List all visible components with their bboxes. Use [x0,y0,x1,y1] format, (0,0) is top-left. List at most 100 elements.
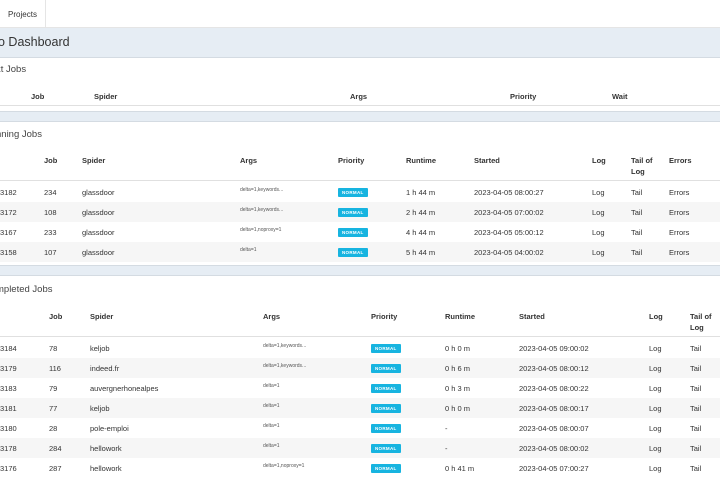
tail-link[interactable]: Tail [690,444,701,453]
job-link[interactable]: 284 [49,444,62,453]
completed-jobs-panel: mpleted Jobs Job Spider Args Priority Ru… [0,276,720,480]
table-row: 3181 77 keljob delta=1 NORMAL 0 h 0 m 20… [0,398,720,418]
args-text: delta=1 [263,383,280,389]
table-row: 3180 28 pole-emploi delta=1 NORMAL - 202… [0,418,720,438]
job-link[interactable]: 107 [44,248,57,257]
col-spider: Spider [94,92,118,101]
started-value: 2023-04-05 08:00:22 [519,384,589,393]
col-started: Started [474,156,500,165]
job-link[interactable]: 77 [49,404,57,413]
row-id: 3181 [0,404,17,413]
runtime-value: 2 h 44 m [406,208,436,217]
priority-badge: NORMAL [338,228,368,237]
tail-link[interactable]: Tail [690,384,701,393]
log-link[interactable]: Log [592,208,605,217]
priority-badge: NORMAL [371,344,401,353]
started-value: 2023-04-05 04:00:02 [474,248,544,257]
table-row: 3183 79 auvergnerhonealpes delta=1 NORMA… [0,378,720,398]
runtime-value: 0 h 41 m [445,464,475,473]
log-link[interactable]: Log [649,384,662,393]
next-jobs-title: xt Jobs [0,64,27,75]
running-jobs-header: Job Spider Args Priority Runtime Started… [0,150,720,181]
col-args: Args [350,92,368,101]
spider-name: keljob [90,344,110,353]
log-link[interactable]: Log [592,248,605,257]
running-jobs-panel: nning Jobs Job Spider Args Priority Runt… [0,122,720,265]
tail-link[interactable]: Tail [690,464,701,473]
row-id: 3183 [0,384,17,393]
job-link[interactable]: 116 [49,364,61,373]
started-value: 2023-04-05 08:00:17 [519,404,589,413]
args-text: delta=1,noproxy=1 [263,463,305,469]
runtime-value: 1 h 44 m [406,188,436,197]
dashboard-header: o Dashboard [0,28,720,58]
errors-link[interactable]: Errors [669,228,689,237]
table-row: 3158 107 glassdoor delta=1 NORMAL 5 h 44… [0,242,720,262]
runtime-value: - [445,444,448,453]
row-id: 3172 [0,208,17,217]
log-link[interactable]: Log [592,228,605,237]
started-value: 2023-04-05 05:00:12 [474,228,544,237]
col-priority: Priority [510,92,537,101]
col-wait: Wait [612,92,628,101]
started-value: 2023-04-05 08:00:27 [474,188,544,197]
job-link[interactable]: 79 [49,384,57,393]
log-link[interactable]: Log [649,444,662,453]
started-value: 2023-04-05 09:00:02 [519,344,589,353]
completed-jobs-header: Job Spider Args Priority Runtime Started… [0,306,720,337]
spider-name: keljob [90,404,110,413]
log-link[interactable]: Log [649,424,662,433]
args-text: delta=1,keywords... [263,343,307,349]
tail-link[interactable]: Tail [631,188,642,197]
next-jobs-panel: xt Jobs Job Spider Args Priority Wait [0,58,720,111]
tail-link[interactable]: Tail [690,364,701,373]
args-text: delta=1 [263,443,280,449]
tab-projects[interactable]: Projects [0,0,46,28]
log-link[interactable]: Log [649,344,662,353]
args-text: delta=1,keywords... [240,207,284,213]
col-log: Log [592,156,606,165]
tail-link[interactable]: Tail [690,404,701,413]
spider-name: glassdoor [82,188,115,197]
log-link[interactable]: Log [649,404,662,413]
tail-link[interactable]: Tail [631,228,642,237]
tail-link[interactable]: Tail [690,424,701,433]
started-value: 2023-04-05 08:00:07 [519,424,589,433]
col-runtime: Runtime [445,312,475,321]
job-link[interactable]: 108 [44,208,57,217]
table-row: 3179 116 indeed.fr delta=1,keywords... N… [0,358,720,378]
top-nav: Projects [0,0,720,28]
spider-name: hellowork [90,444,122,453]
spider-name: auvergnerhonealpes [90,384,159,393]
col-tail-of-log: Tail of Log [690,312,712,332]
job-link[interactable]: 28 [49,424,57,433]
errors-link[interactable]: Errors [669,248,689,257]
job-link[interactable]: 287 [49,464,62,473]
row-id: 3158 [0,248,17,257]
job-link[interactable]: 234 [44,188,57,197]
job-link[interactable]: 78 [49,344,57,353]
col-runtime: Runtime [406,156,436,165]
log-link[interactable]: Log [592,188,605,197]
tail-link[interactable]: Tail [690,344,701,353]
table-row: 3176 287 hellowork delta=1,noproxy=1 NOR… [0,458,720,478]
priority-badge: NORMAL [338,248,368,257]
errors-link[interactable]: Errors [669,188,689,197]
priority-badge: NORMAL [338,188,368,197]
tail-link[interactable]: Tail [631,208,642,217]
job-link[interactable]: 233 [44,228,57,237]
log-link[interactable]: Log [649,364,662,373]
priority-badge: NORMAL [338,208,368,217]
tail-link[interactable]: Tail [631,248,642,257]
page-title: o Dashboard [0,35,70,49]
col-spider: Spider [90,312,114,321]
errors-link[interactable]: Errors [669,208,689,217]
spider-name: glassdoor [82,248,115,257]
log-link[interactable]: Log [649,464,662,473]
spider-name: glassdoor [82,208,115,217]
row-id: 3179 [0,364,17,373]
priority-badge: NORMAL [371,424,401,433]
col-started: Started [519,312,545,321]
row-id: 3167 [0,228,17,237]
running-jobs-title: nning Jobs [0,129,42,140]
